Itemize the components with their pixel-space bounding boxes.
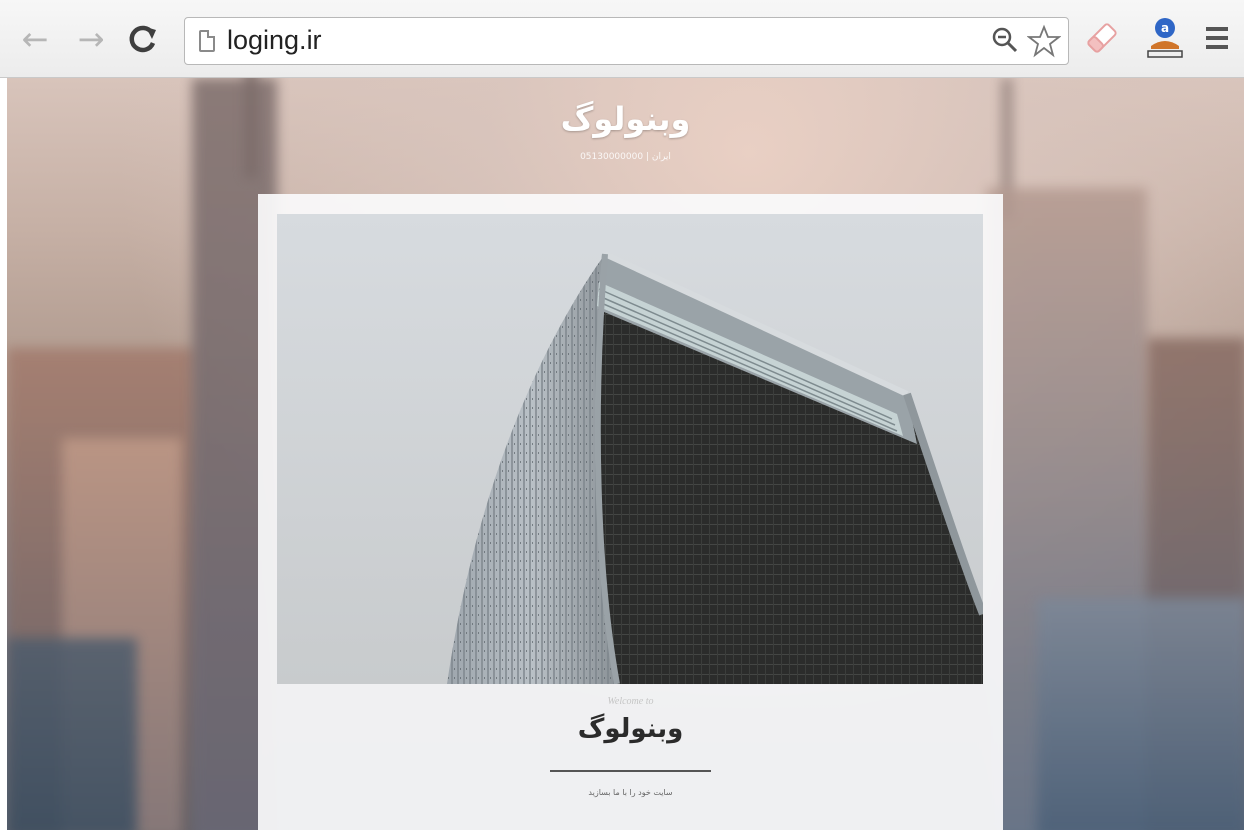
welcome-card: Welcome to وبنولوگ سایت خود را با ما بسا…	[258, 194, 1003, 830]
page-viewport: وبنولوگ ایران | 05130000000 Welcome to و…	[7, 78, 1244, 830]
user-extension-icon[interactable]: a	[1145, 16, 1185, 60]
welcome-text: Welcome to	[607, 696, 654, 707]
forward-arrow-icon[interactable]: →	[72, 20, 110, 58]
address-bar[interactable]: loging.ir	[184, 17, 1069, 65]
back-arrow-icon[interactable]: ←	[16, 20, 54, 58]
hero-image	[277, 214, 983, 684]
divider	[550, 770, 711, 772]
url-text[interactable]: loging.ir	[227, 25, 322, 56]
page-icon	[199, 30, 215, 52]
background-building	[1037, 598, 1244, 830]
zoom-out-icon[interactable]	[991, 26, 1019, 54]
card-title: وبنولوگ	[577, 714, 684, 744]
browser-toolbar: ← → loging.ir a	[0, 0, 1244, 78]
eraser-extension-icon[interactable]	[1082, 18, 1122, 58]
star-icon[interactable]	[1027, 24, 1061, 58]
background-building	[7, 638, 137, 830]
svg-text:a: a	[1161, 21, 1169, 35]
reload-icon[interactable]	[124, 20, 162, 58]
tagline: سایت خود را با ما بسازید	[588, 788, 673, 797]
site-subtitle: ایران | 05130000000	[580, 152, 671, 162]
menu-icon[interactable]	[1206, 24, 1228, 52]
site-title[interactable]: وبنولوگ	[7, 100, 1244, 138]
